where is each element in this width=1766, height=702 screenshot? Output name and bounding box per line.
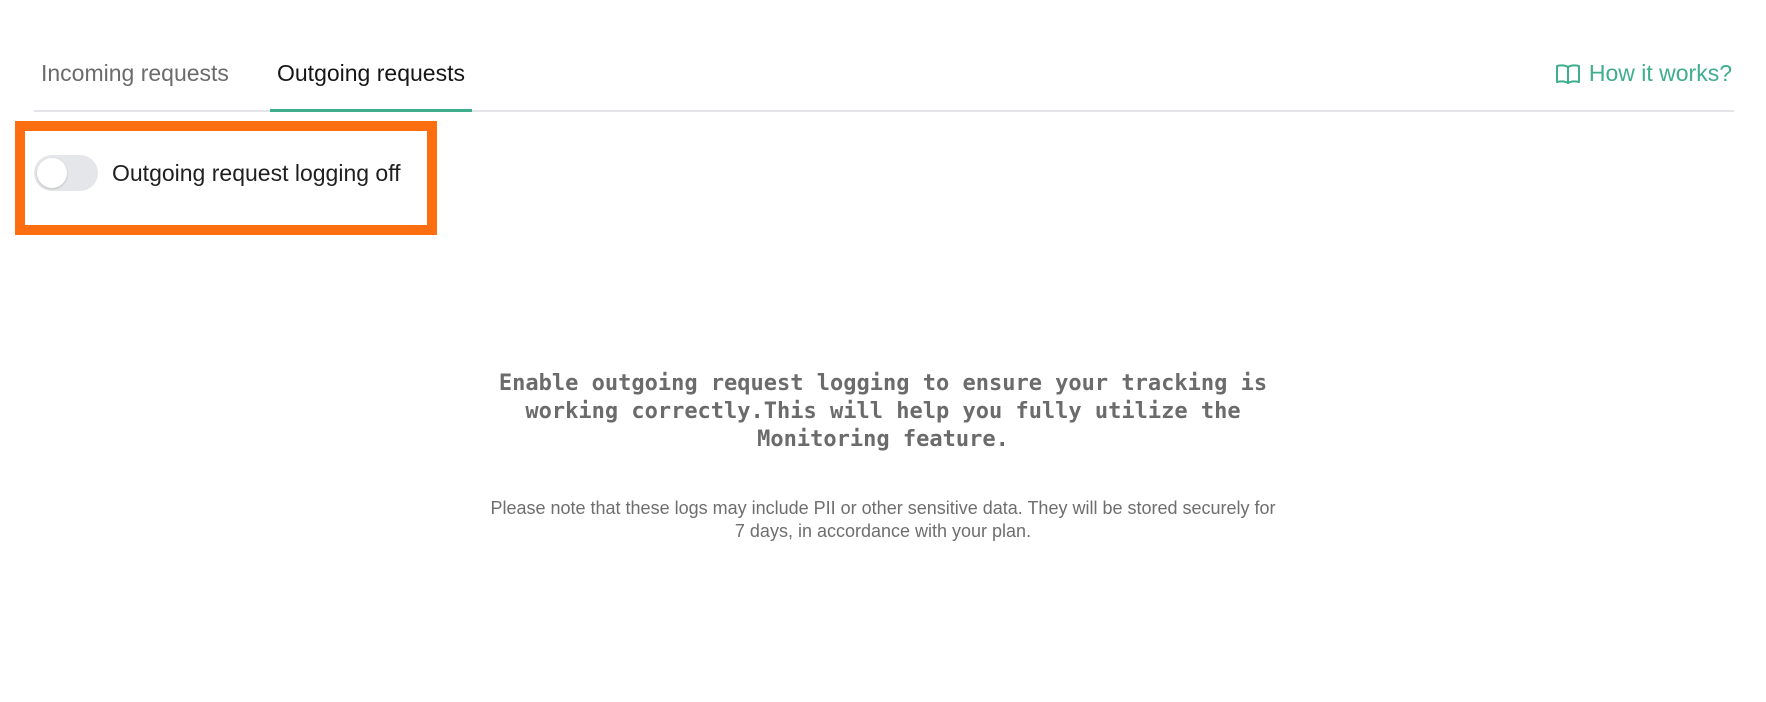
tabs-bar: Incoming requests Outgoing requests — [34, 38, 1734, 112]
empty-state-title: Enable outgoing request logging to ensur… — [498, 371, 1268, 452]
how-it-works-label: How it works? — [1588, 60, 1732, 86]
how-it-works-link[interactable]: How it works? — [1555, 60, 1732, 87]
tab-incoming-requests[interactable]: Incoming requests — [34, 38, 236, 112]
tab-outgoing-requests[interactable]: Outgoing requests — [270, 38, 472, 112]
toggle-knob — [37, 158, 67, 188]
empty-state-note: Please note that these logs may include … — [490, 498, 1276, 541]
toggle-label: Outgoing request logging off — [112, 159, 401, 186]
outgoing-logging-toggle[interactable] — [34, 155, 98, 191]
logging-toggle-row: Outgoing request logging off — [34, 155, 401, 191]
book-open-icon — [1555, 62, 1581, 86]
